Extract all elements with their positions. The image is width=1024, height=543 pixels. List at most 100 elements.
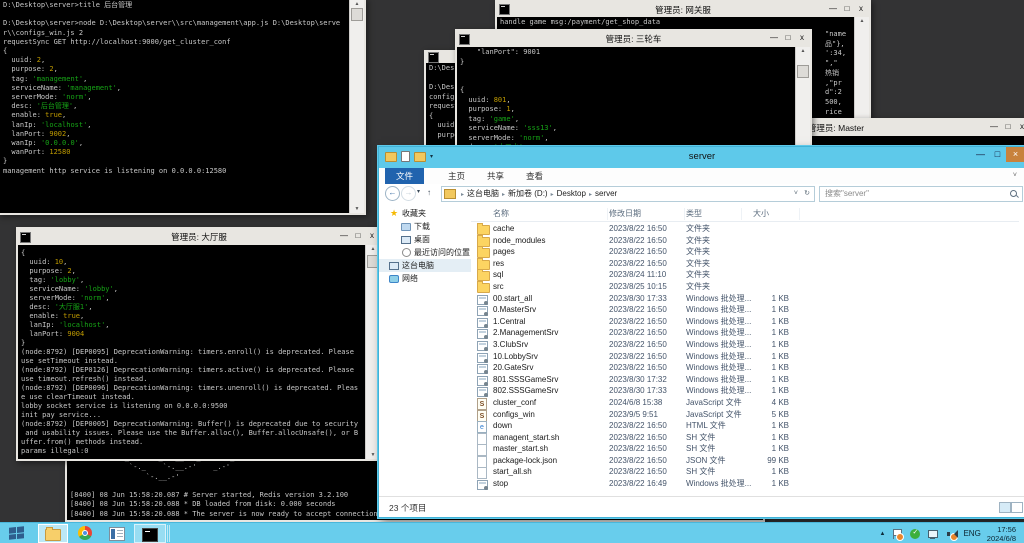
file-row[interactable]: cluster_conf2024/6/8 15:38JavaScript 文件4… [471,397,1019,409]
minimize-button[interactable]: — [767,31,781,47]
sort-indicator-icon[interactable]: ^ [513,204,516,206]
back-button[interactable]: ← [385,186,400,201]
folder-file-icon [477,237,490,247]
minimize-button[interactable]: — [972,147,989,162]
file-row[interactable]: master_start.sh2023/8/22 16:50SH 文件1 KB [471,443,1019,455]
console-output: D:\Desktop\server>title 后台管理 D:\Desktop\… [3,1,348,176]
tab-file[interactable]: 文件 [385,168,424,184]
taskbar-chrome-button[interactable] [70,524,100,543]
close-button[interactable]: x [854,2,868,17]
file-row[interactable]: cache2023/8/22 16:50文件夹 [471,223,1019,235]
taskbar-explorer-button[interactable] [38,524,68,543]
file-row[interactable]: configs_win2023/9/5 9:51JavaScript 文件5 K… [471,409,1019,421]
maximize-button[interactable]: □ [989,147,1006,162]
sidebar-item[interactable]: ★收藏夹 [379,207,471,220]
file-row[interactable]: 10.LobbySrv2023/8/22 16:50Windows 批处理...… [471,351,1019,363]
ribbon-tab[interactable]: 共享 [476,168,515,184]
file-row[interactable]: 1.Central2023/8/22 16:50Windows 批处理...1 … [471,316,1019,328]
tray-chevron-icon[interactable]: ▲ [880,531,886,537]
close-button[interactable]: x [795,31,809,47]
file-row[interactable]: stop2023/8/22 16:49Windows 批处理...1 KB [471,478,1019,490]
file-row[interactable]: pages2023/8/22 16:50文件夹 [471,246,1019,258]
file-row[interactable]: 802.SSSGameSrv2023/8/30 17:33Windows 批处理… [471,385,1019,397]
address-box[interactable]: ▸这台电脑▸新加卷 (D:)▸Desktop▸server ˅ ↻ [441,186,815,202]
file-type: Windows 批处理... [686,374,754,386]
file-row[interactable]: sql2023/8/24 11:10文件夹 [471,269,1019,281]
thumbnail-view-icon[interactable] [1011,502,1023,513]
breadcrumb-item[interactable]: server [595,189,617,198]
breadcrumb-item[interactable]: 新加卷 (D:) [508,189,548,198]
address-dropdown-icon[interactable]: ˅ [794,187,798,201]
file-name: res [493,258,605,270]
sidebar-item[interactable]: 最近访问的位置 [379,246,471,259]
titlebar[interactable]: 管理员: 大厅服 — □ x [18,229,380,245]
scroll-thumb[interactable] [797,65,809,78]
network-icon[interactable] [927,528,939,540]
sidebar-item[interactable]: 网络 [379,272,471,285]
maximize-button[interactable]: □ [840,2,854,17]
sidebar-item[interactable]: 下载 [379,220,471,233]
column-header[interactable]: 名称 [493,208,608,220]
file-row[interactable]: 2.ManagementSrv2023/8/22 16:50Windows 批处… [471,327,1019,339]
forward-button[interactable]: → [401,186,416,201]
file-type: SH 文件 [686,432,754,444]
taskbar-cmd-button[interactable] [134,524,166,543]
chrome-icon [78,526,92,540]
file-row[interactable]: 20.GateSrv2023/8/22 16:50Windows 批处理...1… [471,362,1019,374]
volume-icon[interactable] [945,528,957,540]
scroll-up-icon[interactable]: ▲ [855,18,869,24]
column-header[interactable]: 类型 [686,208,742,220]
titlebar[interactable]: ▾ server — □ × [379,147,1024,168]
titlebar[interactable]: 管理员: 三轮车 — □ x [457,31,810,47]
breadcrumb-item[interactable]: 这台电脑 [467,189,499,198]
ribbon-tab[interactable]: 查看 [515,168,554,184]
minimize-button[interactable]: — [826,2,840,17]
clock[interactable]: 17:56 2024/6/8 [987,525,1016,543]
file-row[interactable]: 00.start_all2023/8/30 17:33Windows 批处理..… [471,293,1019,305]
sidebar-item[interactable]: 这台电脑 [379,259,471,272]
language-indicator[interactable]: ENG [963,529,980,538]
scroll-down-icon[interactable]: ▼ [350,206,364,212]
maximize-button[interactable]: □ [781,31,795,47]
ribbon-expand-icon[interactable]: ˅ [1013,172,1017,179]
search-box[interactable]: 搜索"server" [819,186,1023,202]
file-size: 99 KB [747,455,789,467]
file-row[interactable]: package-lock.json2023/8/22 16:50JSON 文件9… [471,455,1019,467]
scroll-up-icon[interactable]: ▲ [350,1,364,7]
close-button[interactable]: x [365,229,379,245]
titlebar[interactable]: 管理员: 网关服 — □ x [497,2,869,17]
file-row[interactable]: 3.ClubSrv2023/8/22 16:50Windows 批处理...1 … [471,339,1019,351]
start-button[interactable] [0,524,36,543]
security-icon[interactable] [909,528,921,540]
file-row[interactable]: down2023/8/22 16:50HTML 文件1 KB [471,420,1019,432]
column-header[interactable]: 修改日期 [609,208,685,220]
bat-file-icon [477,329,488,339]
taskbar-app-button[interactable] [102,524,132,543]
action-center-icon[interactable] [891,528,903,540]
refresh-icon[interactable]: ↻ [804,187,810,201]
file-row[interactable]: src2023/8/25 10:15文件夹 [471,281,1019,293]
scrollbar[interactable]: ▲ ▼ [349,0,364,213]
scroll-thumb[interactable] [351,8,363,21]
file-row[interactable]: 0.MasterSrv2023/8/22 16:50Windows 批处理...… [471,304,1019,316]
recent-locations-chevron-icon[interactable]: ▾ [417,188,420,195]
file-row[interactable]: start_all.sh2023/8/22 16:50SH 文件1 KB [471,466,1019,478]
sidebar-item[interactable]: 桌面 [379,233,471,246]
maximize-button[interactable]: □ [351,229,365,245]
file-row[interactable]: res2023/8/22 16:50文件夹 [471,258,1019,270]
details-view-icon[interactable] [999,502,1011,513]
breadcrumb-item[interactable]: Desktop [557,189,586,198]
up-button[interactable]: ↑ [427,188,431,197]
minimize-button[interactable]: — [987,120,1001,136]
minimize-button[interactable]: — [337,229,351,245]
close-button[interactable]: × [1006,147,1024,162]
column-header[interactable]: 大小 [743,208,800,220]
file-row[interactable]: managent_start.sh2023/8/22 16:50SH 文件1 K… [471,432,1019,444]
close-button[interactable]: x [1015,120,1024,136]
file-row[interactable]: node_modules2023/8/22 16:50文件夹 [471,235,1019,247]
file-row[interactable]: 801.SSSGameSrv2023/8/30 17:32Windows 批处理… [471,374,1019,386]
scroll-up-icon[interactable]: ▲ [796,48,810,54]
maximize-button[interactable]: □ [1001,120,1015,136]
console-line: e use clearTimeout instead. [21,393,364,402]
ribbon-tab[interactable]: 主页 [437,168,476,184]
